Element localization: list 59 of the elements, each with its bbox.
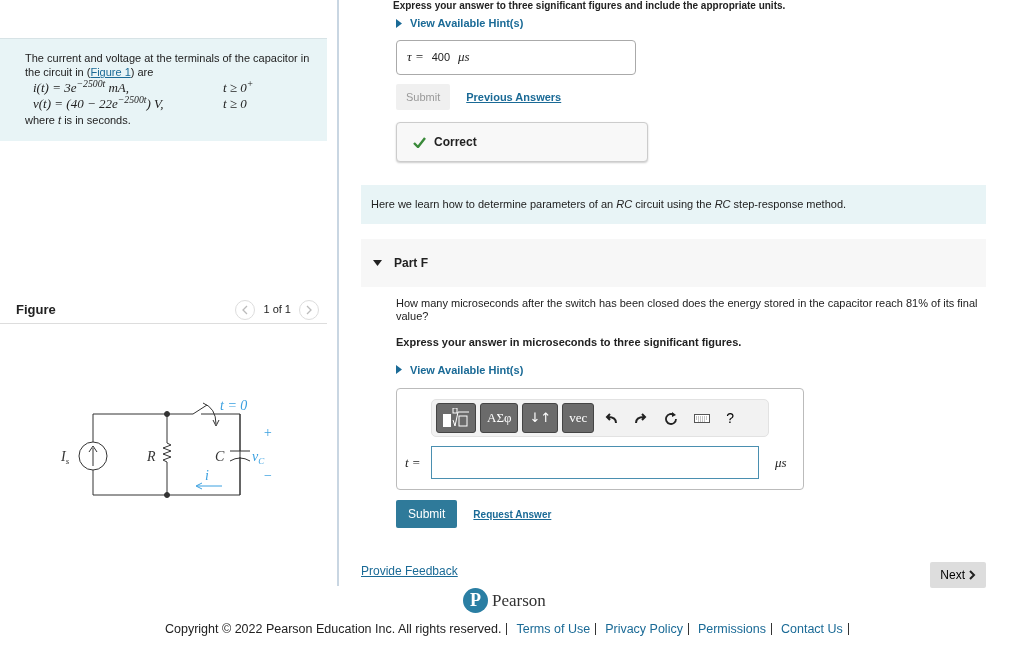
equation: i(t) = 3e$^{−2500t}$ mA, (33, 79, 130, 96)
answer-label: τ = (407, 48, 424, 67)
caret-icon (373, 259, 382, 266)
figure-link[interactable]: Figure 1 (90, 66, 131, 79)
templates-button[interactable] (436, 403, 476, 433)
redo-icon (634, 412, 649, 426)
hint-link[interactable]: View Available Hint(s) (396, 361, 986, 378)
equation: v(t) = (40 − 22e$^{−2500t}$) V, (33, 95, 165, 113)
switch-label: t = 0 (220, 398, 248, 413)
instruction-text: Express your answer in microseconds to three significant figures. (396, 335, 743, 350)
copyright-text: Copyright © 2022 Pearson Education Inc. All rights reserved. (165, 620, 502, 638)
toolbar-button[interactable]: ΑΣφ (480, 403, 519, 433)
expand-icon (396, 365, 402, 375)
feedback-text: Correct (434, 134, 477, 151)
hint-link[interactable]: View Available Hint(s) (396, 15, 986, 32)
capacitor-label: C (215, 449, 225, 464)
toolbar-button[interactable]: ↓↑ (522, 403, 559, 433)
plus-label: + (263, 425, 273, 440)
toolbar-button[interactable]: vec (562, 403, 595, 433)
chevron-right-icon (305, 304, 313, 315)
page-indicator: 1 of 1 (263, 302, 291, 318)
current-label: i (205, 468, 209, 483)
previous-answers-link[interactable]: Previous Answers (466, 88, 562, 105)
answer-unit: μs (775, 453, 787, 472)
condition: t ≥ 0$^{+}$ (223, 79, 254, 96)
resistor-label: R (147, 449, 156, 464)
part-title: Part F (394, 254, 428, 272)
templates-icon (443, 408, 469, 428)
chevron-left-icon (241, 304, 250, 315)
help-button[interactable]: ? (720, 407, 741, 429)
voltage-label: v$_{C}$ (252, 449, 265, 466)
request-answer-link[interactable]: Request Answer (473, 506, 552, 522)
undo-icon (604, 412, 619, 426)
keyboard-icon (694, 412, 711, 426)
footer-link[interactable]: Terms of Use (516, 619, 591, 639)
expand-icon (396, 18, 402, 28)
problem-text: The current and voltage at the terminals of the capacitor in the circuit in (Figure 1) are (25, 51, 311, 80)
footer-link[interactable]: Contact Us (781, 619, 843, 639)
question-text: How many microseconds after the switch has been closed does the energy stored in the capacitor reach 81% of its final value? (396, 296, 979, 324)
footer-link[interactable]: Permissions (697, 619, 766, 639)
figure-title: Figure (16, 300, 56, 319)
info-text: Here we learn how to determine parameters of an RC circuit using the RC step-response method. (361, 185, 986, 224)
instruction-text: Express your answer to three significant figures and include the appropriate units. (392, 0, 787, 12)
answer-field[interactable] (431, 446, 759, 479)
minus-label: − (263, 468, 273, 483)
answer-unit: μs (458, 48, 470, 67)
pearson-logo: P Pearson (463, 588, 553, 614)
footer-link[interactable]: Privacy Policy (605, 619, 683, 639)
feedback-link[interactable]: Provide Feedback (361, 562, 458, 580)
reset-icon (664, 412, 679, 426)
answer-label: t = (405, 453, 422, 472)
part-header[interactable]: Part F (361, 238, 986, 287)
answer-value: 400 (431, 49, 451, 65)
chevron-icon (969, 570, 976, 580)
source-label: I$_{s}$ (61, 449, 70, 466)
submit-button[interactable]: Submit (396, 500, 458, 528)
problem-note: where t is in seconds. (25, 113, 132, 129)
condition: t ≥ 0 (223, 95, 247, 113)
next-button[interactable]: Next (930, 562, 986, 588)
